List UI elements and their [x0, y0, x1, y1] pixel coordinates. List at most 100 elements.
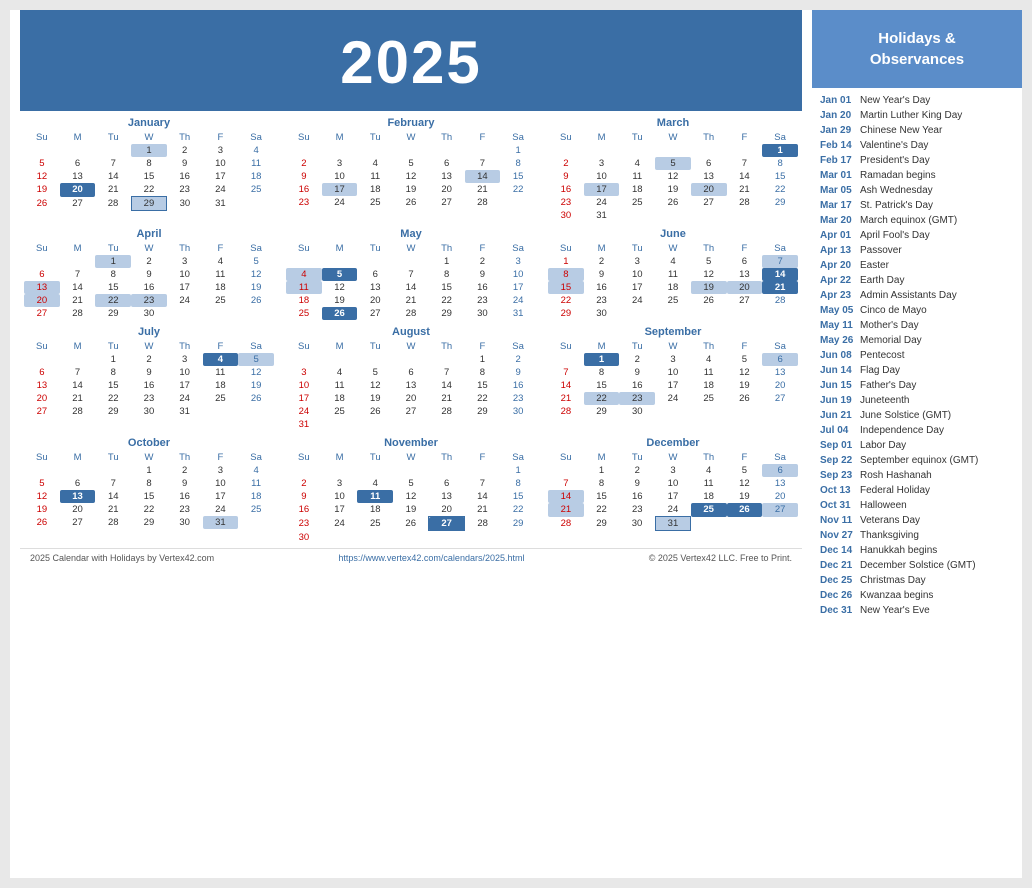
calendar-day[interactable]: 7 [95, 157, 131, 170]
calendar-day[interactable]: 22 [95, 294, 131, 307]
calendar-day[interactable]: 30 [619, 405, 655, 418]
calendar-day[interactable]: 17 [167, 281, 203, 294]
calendar-day[interactable]: 26 [655, 196, 691, 209]
calendar-day[interactable]: 14 [548, 379, 584, 392]
calendar-day[interactable]: 4 [238, 464, 274, 477]
calendar-day[interactable] [60, 255, 96, 268]
calendar-day[interactable]: 11 [286, 281, 322, 294]
calendar-day[interactable]: 5 [238, 353, 274, 366]
calendar-day[interactable]: 16 [548, 183, 584, 196]
calendar-day[interactable]: 3 [203, 144, 239, 157]
calendar-day[interactable]: 29 [131, 516, 167, 529]
calendar-day[interactable]: 27 [393, 405, 429, 418]
calendar-day[interactable]: 25 [286, 307, 322, 320]
calendar-day[interactable]: 25 [357, 196, 393, 209]
calendar-day[interactable] [24, 353, 60, 366]
calendar-day[interactable]: 20 [24, 294, 60, 307]
calendar-day[interactable]: 2 [167, 464, 203, 477]
calendar-day[interactable]: 9 [619, 366, 655, 379]
calendar-day[interactable] [393, 531, 429, 544]
calendar-day[interactable]: 18 [357, 183, 393, 196]
calendar-day[interactable]: 24 [322, 196, 358, 209]
calendar-day[interactable]: 13 [357, 281, 393, 294]
calendar-day[interactable]: 13 [393, 379, 429, 392]
calendar-day[interactable]: 4 [203, 353, 239, 366]
calendar-day[interactable]: 5 [655, 157, 691, 170]
calendar-day[interactable]: 24 [500, 294, 536, 307]
calendar-day[interactable]: 23 [167, 503, 203, 516]
calendar-day[interactable] [393, 464, 429, 477]
calendar-day[interactable]: 7 [95, 477, 131, 490]
calendar-day[interactable]: 23 [286, 517, 322, 531]
calendar-day[interactable]: 11 [655, 268, 691, 281]
calendar-day[interactable]: 12 [24, 170, 60, 183]
calendar-day[interactable]: 22 [429, 294, 465, 307]
calendar-day[interactable]: 18 [286, 294, 322, 307]
calendar-day[interactable]: 14 [465, 170, 501, 183]
calendar-day[interactable]: 16 [500, 379, 536, 392]
calendar-day[interactable]: 19 [322, 294, 358, 307]
calendar-day[interactable]: 30 [619, 517, 655, 531]
calendar-day[interactable]: 6 [357, 268, 393, 281]
calendar-day[interactable] [429, 144, 465, 157]
calendar-day[interactable]: 12 [691, 268, 727, 281]
calendar-day[interactable]: 24 [167, 294, 203, 307]
calendar-day[interactable] [655, 405, 691, 418]
calendar-day[interactable]: 19 [24, 503, 60, 516]
calendar-day[interactable]: 15 [548, 281, 584, 294]
calendar-day[interactable]: 17 [167, 379, 203, 392]
calendar-day[interactable] [95, 144, 131, 157]
calendar-day[interactable]: 6 [727, 255, 763, 268]
calendar-day[interactable]: 2 [286, 477, 322, 490]
calendar-day[interactable]: 26 [357, 405, 393, 418]
calendar-day[interactable]: 12 [393, 170, 429, 183]
calendar-day[interactable]: 22 [95, 392, 131, 405]
calendar-day[interactable]: 7 [465, 477, 501, 490]
calendar-day[interactable]: 8 [131, 157, 167, 170]
calendar-day[interactable]: 4 [357, 477, 393, 490]
calendar-day[interactable]: 11 [357, 490, 393, 503]
calendar-day[interactable]: 20 [429, 503, 465, 517]
calendar-day[interactable] [393, 418, 429, 431]
calendar-day[interactable] [167, 307, 203, 320]
calendar-day[interactable]: 14 [762, 268, 798, 281]
calendar-day[interactable]: 6 [429, 477, 465, 490]
calendar-day[interactable]: 10 [619, 268, 655, 281]
calendar-day[interactable] [286, 464, 322, 477]
calendar-day[interactable]: 23 [619, 392, 655, 405]
calendar-day[interactable]: 3 [167, 255, 203, 268]
calendar-day[interactable] [762, 209, 798, 222]
calendar-day[interactable]: 25 [203, 392, 239, 405]
calendar-day[interactable]: 15 [500, 490, 536, 503]
calendar-day[interactable] [60, 144, 96, 157]
calendar-day[interactable]: 21 [429, 392, 465, 405]
calendar-day[interactable]: 17 [500, 281, 536, 294]
calendar-day[interactable]: 28 [548, 405, 584, 418]
calendar-day[interactable]: 12 [655, 170, 691, 183]
calendar-day[interactable]: 24 [584, 196, 620, 209]
calendar-day[interactable]: 21 [95, 183, 131, 197]
calendar-day[interactable]: 3 [167, 353, 203, 366]
calendar-day[interactable]: 8 [429, 268, 465, 281]
calendar-day[interactable]: 3 [584, 157, 620, 170]
calendar-day[interactable]: 31 [500, 307, 536, 320]
calendar-day[interactable]: 26 [393, 517, 429, 531]
calendar-day[interactable] [322, 255, 358, 268]
calendar-day[interactable]: 12 [24, 490, 60, 503]
calendar-day[interactable]: 13 [691, 170, 727, 183]
calendar-day[interactable]: 8 [500, 157, 536, 170]
calendar-day[interactable]: 26 [727, 392, 763, 405]
calendar-day[interactable]: 17 [322, 183, 358, 196]
calendar-day[interactable] [429, 353, 465, 366]
calendar-day[interactable]: 1 [500, 464, 536, 477]
calendar-day[interactable]: 20 [24, 392, 60, 405]
calendar-day[interactable]: 30 [167, 197, 203, 211]
calendar-day[interactable]: 15 [131, 170, 167, 183]
calendar-day[interactable]: 18 [655, 281, 691, 294]
calendar-day[interactable] [429, 418, 465, 431]
calendar-day[interactable]: 31 [286, 418, 322, 431]
calendar-day[interactable]: 9 [619, 477, 655, 490]
calendar-day[interactable] [24, 255, 60, 268]
calendar-day[interactable] [357, 531, 393, 544]
calendar-day[interactable] [322, 464, 358, 477]
